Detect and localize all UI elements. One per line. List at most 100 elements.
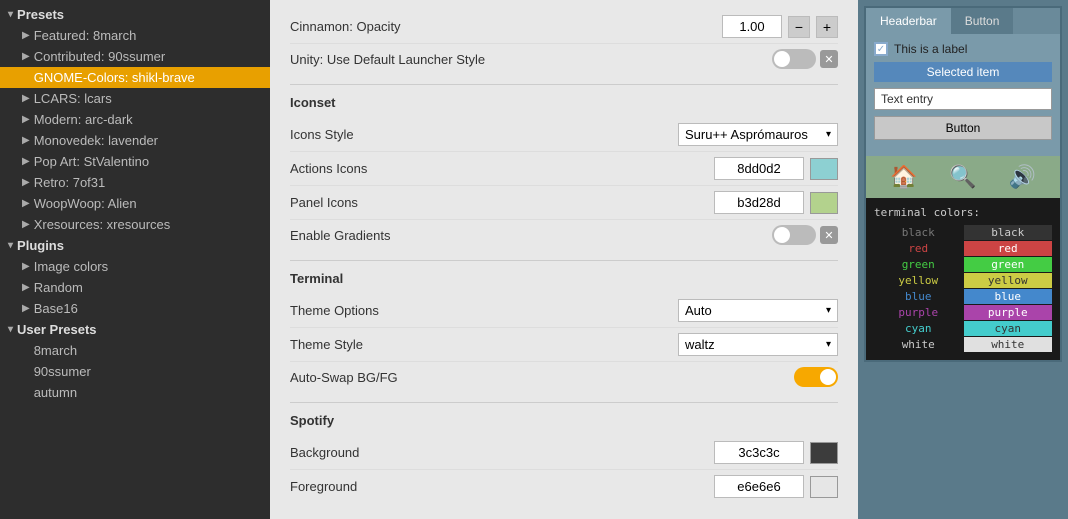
item-arrow-icon: ▶ bbox=[22, 114, 30, 125]
dropdown[interactable]: waltz▾ bbox=[678, 333, 838, 356]
toggle-switch[interactable] bbox=[772, 49, 816, 69]
group-arrow-icon: ▾ bbox=[8, 9, 13, 20]
dropdown-arrow-icon: ▾ bbox=[826, 305, 831, 316]
item-arrow-icon: ▶ bbox=[22, 219, 30, 230]
term-color-bright-yellow: yellow bbox=[964, 273, 1053, 288]
preview-checkbox[interactable]: ✓ bbox=[874, 42, 888, 56]
sidebar-item-label: Monovedek: lavender bbox=[34, 133, 158, 148]
term-color-bright-cyan: cyan bbox=[964, 321, 1053, 336]
sidebar-item[interactable]: ▶ Featured: 8march bbox=[0, 25, 270, 46]
term-color-normal-blue: blue bbox=[874, 289, 963, 304]
sidebar-item[interactable]: ▶Retro: 7of31 bbox=[0, 172, 270, 193]
preview-checkbox-label: This is a label bbox=[894, 42, 967, 56]
color-hex-input[interactable] bbox=[714, 157, 804, 180]
setting-label: Enable Gradients bbox=[290, 228, 772, 243]
sidebar-item-label: Featured: 8march bbox=[34, 28, 137, 43]
increment-button[interactable]: + bbox=[816, 16, 838, 38]
preview-selected-item[interactable]: Selected item bbox=[874, 62, 1052, 82]
toggle-switch[interactable] bbox=[772, 225, 816, 245]
term-color-bright-green: green bbox=[964, 257, 1053, 272]
sidebar-item[interactable]: ▶WoopWoop: Alien bbox=[0, 193, 270, 214]
color-swatch[interactable] bbox=[810, 442, 838, 464]
preview-tab-headerbar[interactable]: Headerbar bbox=[866, 8, 951, 34]
sidebar-item[interactable]: ▶Base16 bbox=[0, 298, 270, 319]
sidebar-item[interactable]: ▶ Random bbox=[0, 277, 270, 298]
number-input[interactable] bbox=[722, 15, 782, 38]
sidebar-item[interactable]: ▶ Modern: arc-dark bbox=[0, 109, 270, 130]
clear-toggle-button[interactable]: ✕ bbox=[820, 226, 838, 244]
color-hex-input[interactable] bbox=[714, 475, 804, 498]
sidebar-item[interactable]: ▶Image colors bbox=[0, 256, 270, 277]
sidebar-item[interactable]: ▶GNOME-Colors: shikl-brave bbox=[0, 67, 270, 88]
sidebar-group-user-presets[interactable]: ▾User Presets bbox=[0, 319, 270, 340]
sidebar-item[interactable]: ▶Pop Art: StValentino bbox=[0, 151, 270, 172]
section-cinnamon: Cinnamon: Opacity−+Unity: Use Default La… bbox=[270, 0, 858, 84]
sidebar: ▾Presets ▶ Featured: 8march ▶Contributed: 9… bbox=[0, 0, 270, 519]
preview-body: ✓ This is a label Selected item Text entry B… bbox=[866, 34, 1060, 156]
preview-button[interactable]: Button bbox=[874, 116, 1052, 140]
preview-text-entry[interactable]: Text entry bbox=[874, 88, 1052, 110]
sidebar-item-label: Retro: 7of31 bbox=[34, 175, 106, 190]
item-arrow-icon: ▶ bbox=[22, 198, 30, 209]
sidebar-item-label: 90ssumer bbox=[34, 364, 91, 379]
dropdown[interactable]: Suru++ Asprómauros▾ bbox=[678, 123, 838, 146]
sidebar-item[interactable]: ▶autumn bbox=[0, 382, 270, 403]
color-hex-input[interactable] bbox=[714, 191, 804, 214]
sidebar-item-label: autumn bbox=[34, 385, 77, 400]
preview-header: HeaderbarButton bbox=[866, 8, 1060, 34]
item-arrow-icon: ▶ bbox=[22, 93, 30, 104]
sidebar-item-label: 8march bbox=[34, 343, 77, 358]
setting-row: Background bbox=[290, 436, 838, 470]
sidebar-item[interactable]: ▶ Monovedek: lavender bbox=[0, 130, 270, 151]
term-color-normal-white: white bbox=[874, 337, 963, 352]
clear-toggle-button[interactable]: ✕ bbox=[820, 50, 838, 68]
color-hex-input[interactable] bbox=[714, 441, 804, 464]
color-swatch[interactable] bbox=[810, 192, 838, 214]
item-arrow-icon: ▶ bbox=[22, 135, 30, 146]
setting-row: Icons StyleSuru++ Asprómauros▾ bbox=[290, 118, 838, 152]
section-terminal: TerminalTheme OptionsAuto▾Theme Stylewal… bbox=[270, 261, 858, 402]
setting-label: Cinnamon: Opacity bbox=[290, 19, 722, 34]
sidebar-group-plugins[interactable]: ▾Plugins bbox=[0, 235, 270, 256]
sidebar-item-label: Random bbox=[34, 280, 83, 295]
color-swatch[interactable] bbox=[810, 476, 838, 498]
item-arrow-icon: ▶ bbox=[22, 156, 30, 167]
section-title: Iconset bbox=[290, 95, 838, 110]
sidebar-item[interactable]: ▶8march bbox=[0, 340, 270, 361]
toggle-switch[interactable] bbox=[794, 367, 838, 387]
main-content: Cinnamon: Opacity−+Unity: Use Default La… bbox=[270, 0, 858, 519]
section-title: Spotify bbox=[290, 413, 838, 428]
setting-row: Auto-Swap BG/FG bbox=[290, 362, 838, 392]
preview-inner: HeaderbarButton✓This is a labelSelected … bbox=[864, 6, 1062, 362]
preview-tab-button[interactable]: Button bbox=[951, 8, 1014, 34]
section-iconset: IconsetIcons StyleSuru++ Asprómauros▾Act… bbox=[270, 85, 858, 260]
sidebar-item[interactable]: ▶Xresources: xresources bbox=[0, 214, 270, 235]
sidebar-group-presets[interactable]: ▾Presets bbox=[0, 4, 270, 25]
preview-icons-row: 🏠🔍🔊 bbox=[866, 156, 1060, 198]
setting-label: Theme Style bbox=[290, 337, 678, 352]
dropdown[interactable]: Auto ▾ bbox=[678, 299, 838, 322]
color-swatch[interactable] bbox=[810, 158, 838, 180]
term-color-normal-yellow: yellow bbox=[874, 273, 963, 288]
setting-row: Cinnamon: Opacity −+ bbox=[290, 10, 838, 44]
term-color-bright-red: red bbox=[964, 241, 1053, 256]
terminal-title: terminal colors: bbox=[874, 206, 1052, 219]
preview-checkbox-row: ✓ This is a label bbox=[874, 42, 1052, 56]
decrement-button[interactable]: − bbox=[788, 16, 810, 38]
term-color-normal-green: green bbox=[874, 257, 963, 272]
group-arrow-icon: ▾ bbox=[8, 324, 13, 335]
setting-row: Foreground bbox=[290, 470, 838, 503]
sidebar-item-label: Modern: arc-dark bbox=[34, 112, 133, 127]
sidebar-item[interactable]: ▶90ssumer bbox=[0, 361, 270, 382]
setting-row: Enable Gradients ✕ bbox=[290, 220, 838, 250]
setting-label: Auto-Swap BG/FG bbox=[290, 370, 794, 385]
item-arrow-icon: ▶ bbox=[22, 30, 30, 41]
item-arrow-icon: ▶ bbox=[22, 282, 30, 293]
section-spotify: Spotify BackgroundForeground bbox=[270, 403, 858, 513]
dropdown-arrow-icon: ▾ bbox=[826, 129, 831, 140]
dropdown-value: Auto bbox=[685, 303, 712, 318]
sidebar-item[interactable]: ▶Contributed: 90ssumer bbox=[0, 46, 270, 67]
toggle-knob bbox=[820, 369, 836, 385]
sidebar-item[interactable]: ▶LCARS: lcars bbox=[0, 88, 270, 109]
term-color-normal-red: red bbox=[874, 241, 963, 256]
